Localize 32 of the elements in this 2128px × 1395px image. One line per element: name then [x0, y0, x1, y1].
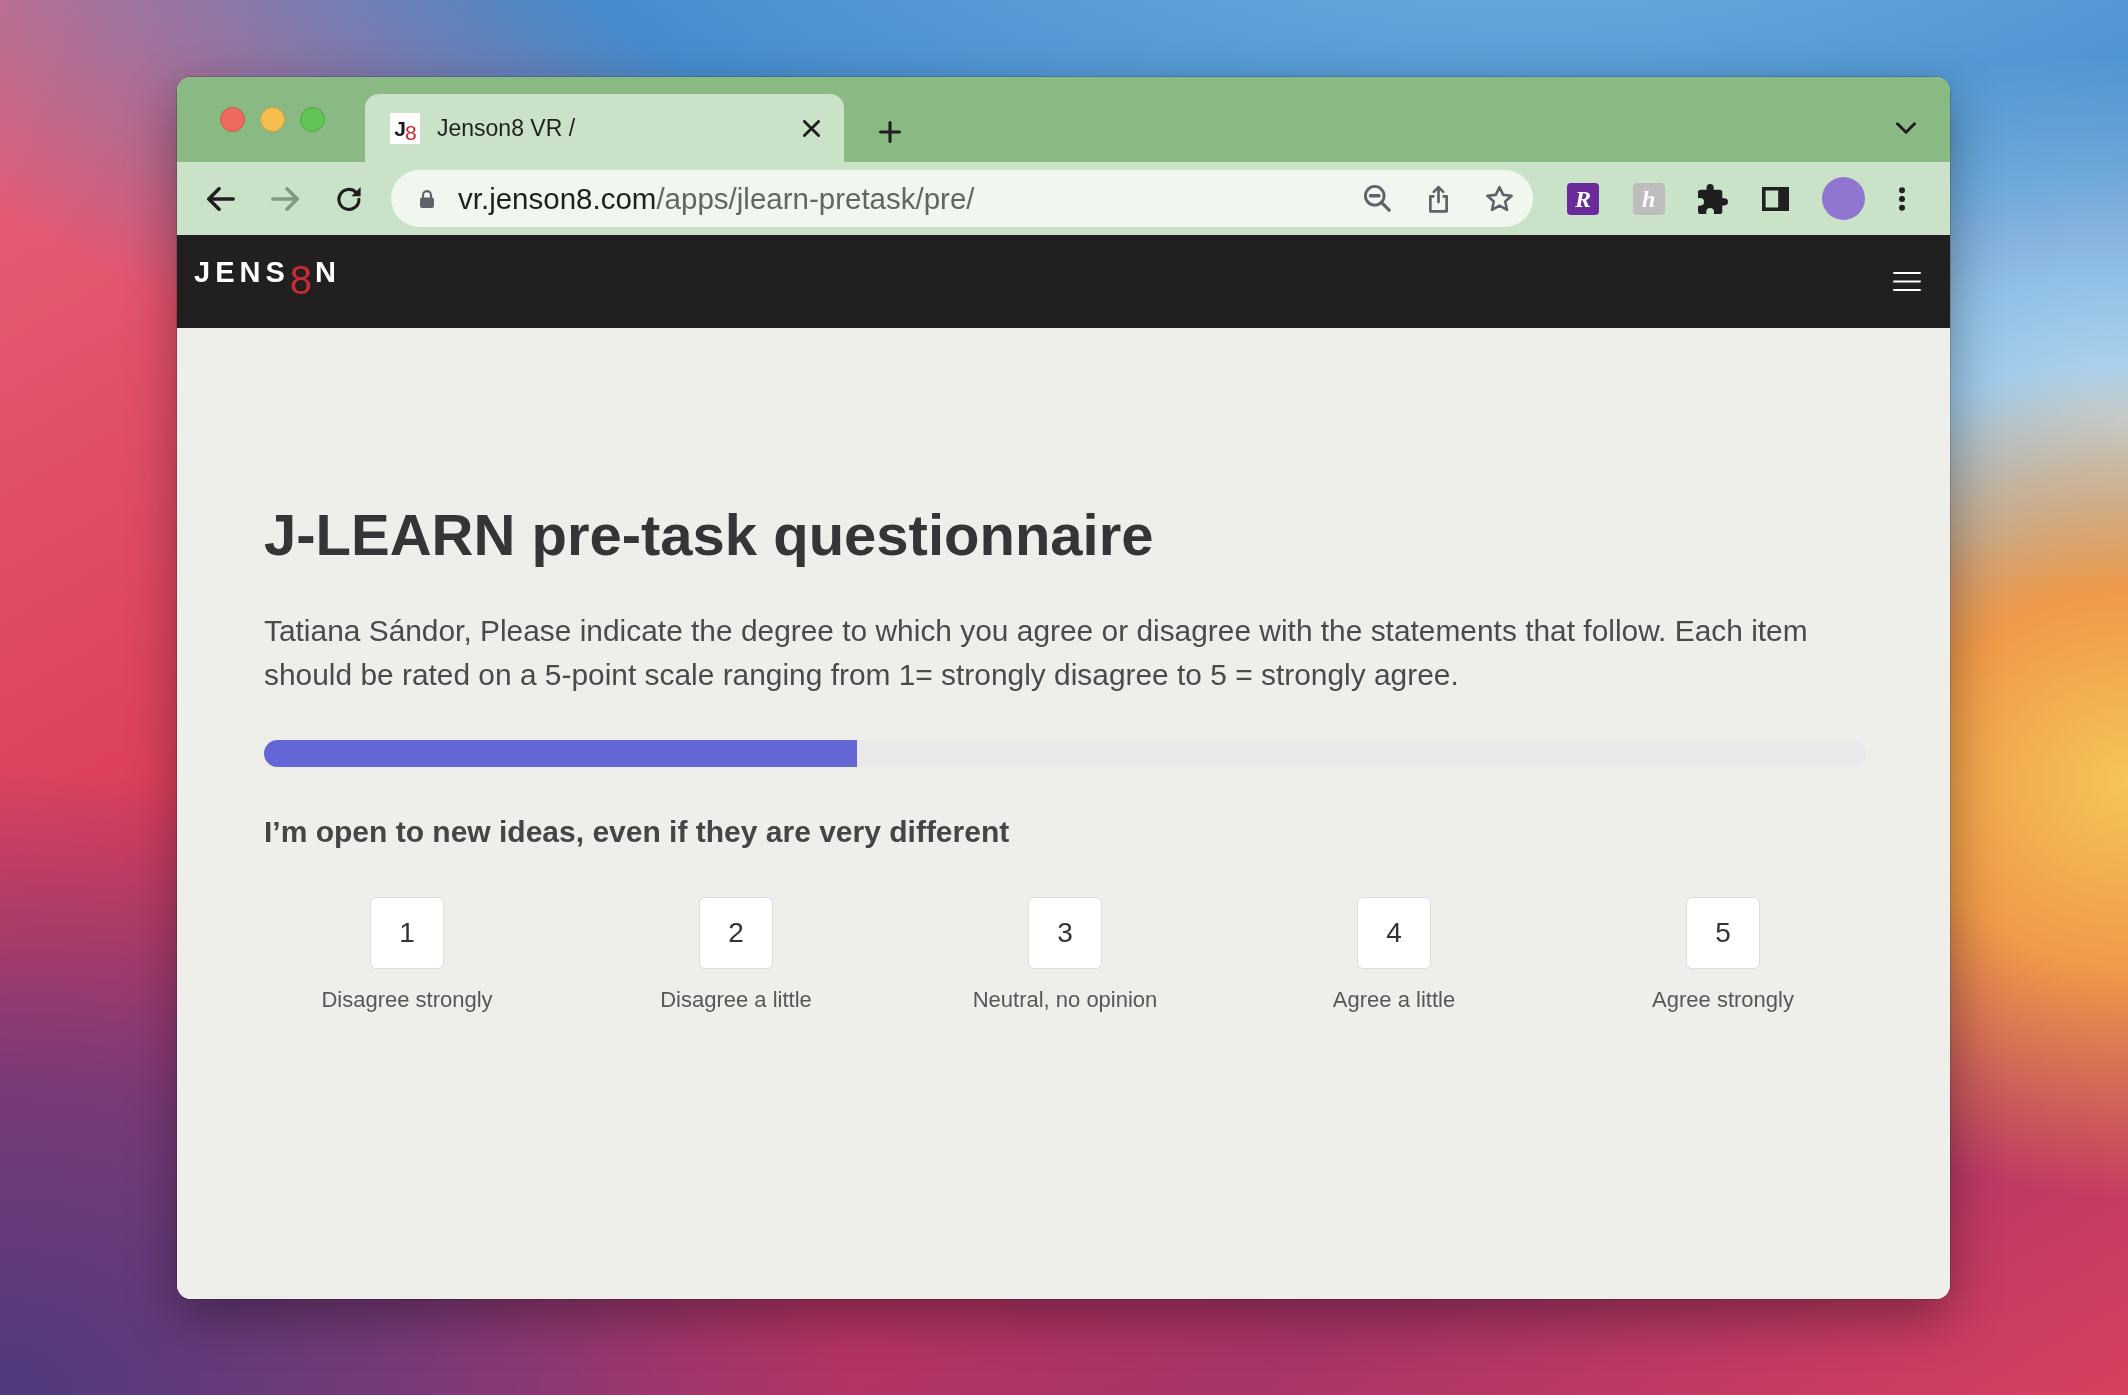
side-panel-icon[interactable]	[1761, 186, 1789, 211]
extension-button[interactable]: R	[1567, 182, 1599, 215]
rating-label: Agree strongly	[1652, 986, 1794, 1014]
zoom-out-icon[interactable]	[1364, 185, 1391, 212]
question-text: I’m open to new ideas, even if they are very different	[264, 814, 1011, 850]
new-tab-icon[interactable]	[879, 120, 901, 143]
rating-label: Agree a little	[1332, 986, 1456, 1014]
rating-option-button[interactable]: 3	[1028, 897, 1102, 969]
rating-label: Disagree strongly	[321, 986, 493, 1014]
rating-option-button[interactable]: 5	[1686, 897, 1760, 969]
bookmark-star-icon[interactable]	[1486, 185, 1513, 212]
more-menu-icon[interactable]	[1898, 186, 1905, 211]
lock-icon[interactable]	[420, 189, 434, 208]
favicon-logo: J8	[390, 112, 420, 144]
browser-tab[interactable]: J8 Jenson8 VR /	[365, 94, 844, 162]
url-text[interactable]: vr.jenson8.com/apps/jlearn-pretask/pre/	[458, 181, 975, 216]
rating-label: Neutral, no opinion	[972, 986, 1158, 1014]
page-title: J-LEARN pre-task questionnaire	[264, 501, 1155, 569]
share-icon[interactable]	[1429, 184, 1448, 213]
back-arrow-icon[interactable]	[207, 186, 235, 211]
reload-icon[interactable]	[335, 186, 363, 211]
rating-option-button[interactable]: 2	[699, 897, 773, 969]
profile-avatar-icon[interactable]	[1822, 177, 1866, 220]
menu-icon[interactable]	[1892, 272, 1922, 291]
rating-label: Disagree a little	[660, 986, 812, 1014]
address-bar[interactable]: vr.jenson8.com/apps/jlearn-pretask/pre/	[391, 170, 1533, 227]
chevron-down-icon[interactable]	[1896, 121, 1916, 134]
rating-option-button[interactable]: 4	[1357, 897, 1431, 969]
puzzle-icon[interactable]	[1698, 183, 1729, 214]
intro-text: Tatiana Sándor, Please indicate the degree to which you agree or disagree with the statements that follow. Each item should be rated on a 5-point scale ranging from 1= strongly disagree to 5 = strongly agree.	[264, 613, 1809, 693]
close-icon[interactable]	[803, 119, 820, 137]
rating-option-button[interactable]: 1	[370, 897, 444, 969]
